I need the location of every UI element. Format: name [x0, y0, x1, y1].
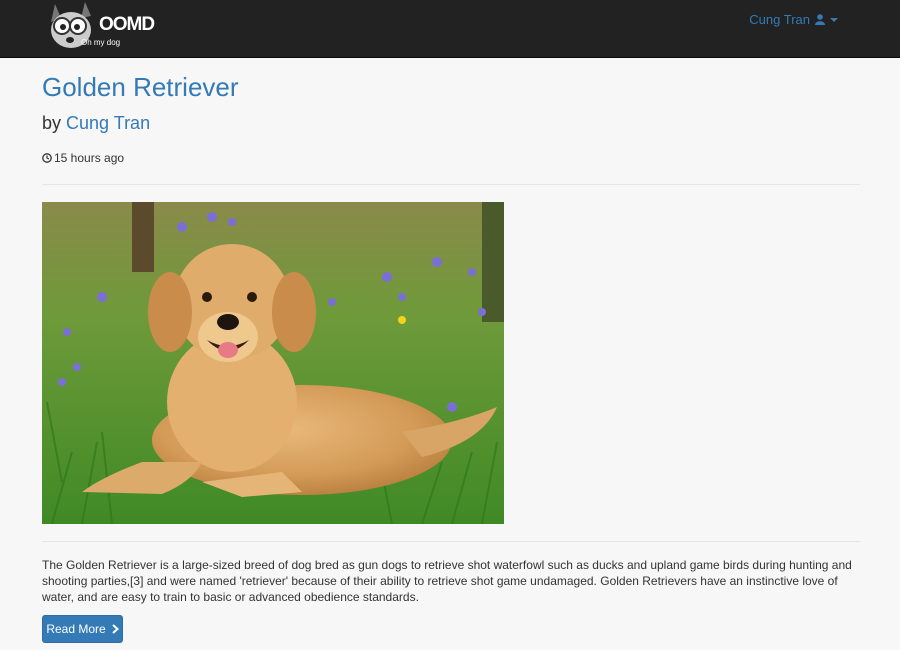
by-label: by — [42, 113, 62, 133]
clock-icon — [42, 153, 52, 163]
divider — [42, 541, 860, 542]
logo-tagline: Oh my dog — [81, 38, 121, 47]
golden-retriever-photo — [42, 202, 504, 524]
time-ago: 15 hours ago — [54, 151, 125, 165]
brand-logo[interactable]: OOMD Oh my dog — [47, 0, 155, 52]
read-more-button[interactable]: Read More — [42, 615, 123, 643]
logo-mark-text: OOMD — [99, 14, 155, 35]
post-timestamp: 15 hours ago — [42, 151, 124, 165]
author-link[interactable]: Cung Tran — [66, 113, 150, 133]
user-menu-dropdown[interactable]: Cung Tran — [749, 12, 838, 27]
post-title[interactable]: Golden Retriever — [42, 72, 239, 103]
user-icon — [815, 14, 825, 25]
chevron-right-icon — [112, 624, 119, 634]
read-more-label: Read More — [46, 622, 106, 636]
user-name: Cung Tran — [749, 12, 810, 27]
post-excerpt: The Golden Retriever is a large-sized br… — [42, 558, 852, 604]
post-byline: by Cung Tran — [42, 113, 150, 134]
caret-down-icon — [830, 17, 838, 22]
navbar: OOMD Oh my dog Cung Tran — [0, 0, 900, 58]
divider — [42, 184, 860, 185]
